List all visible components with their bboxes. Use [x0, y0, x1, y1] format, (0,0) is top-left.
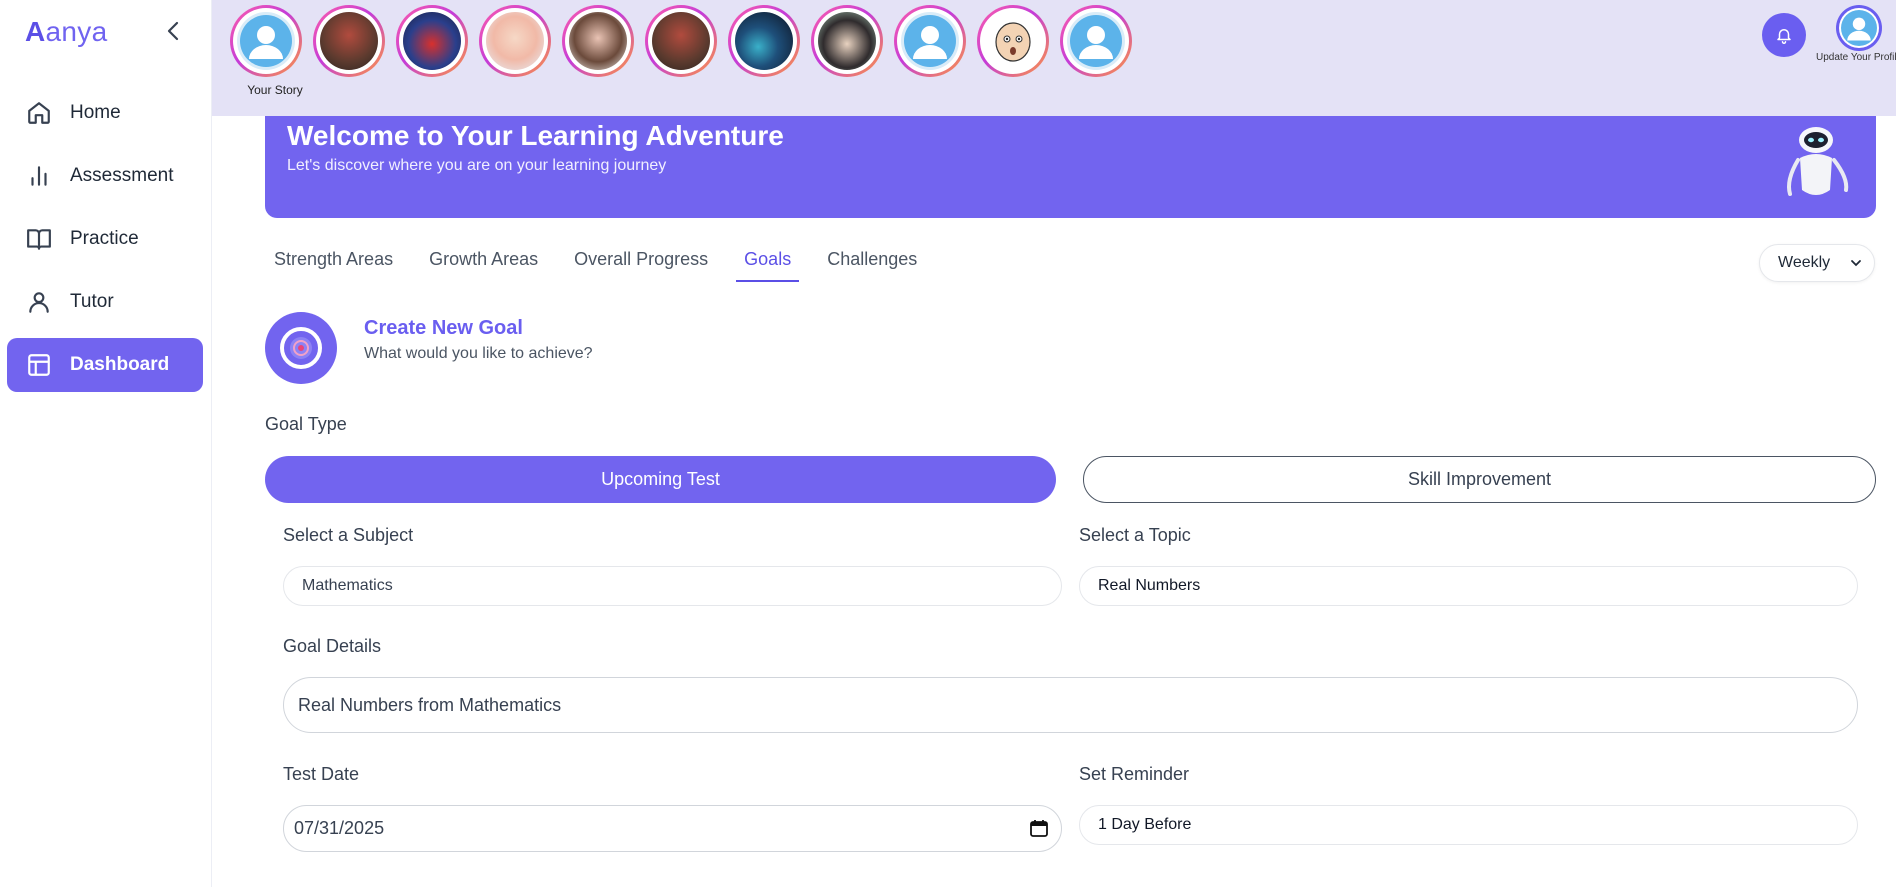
sidebar-item-label: Tutor — [70, 291, 114, 312]
cartoon-face-icon — [995, 22, 1031, 62]
chevron-left-icon — [167, 21, 179, 41]
sidebar-nav: Home Assessment Practice Tutor Dashboard — [7, 86, 203, 401]
period-select[interactable]: Weekly — [1759, 244, 1875, 282]
banner-title: Welcome to Your Learning Adventure — [287, 120, 784, 151]
create-goal-title: Create New Goal — [364, 317, 523, 339]
goal-type-upcoming-test[interactable]: Upcoming Test — [265, 456, 1056, 503]
tab-growth-areas[interactable]: Growth Areas — [429, 249, 538, 282]
home-icon — [25, 99, 53, 127]
goal-type-label: Goal Type — [265, 414, 347, 434]
sidebar-item-label: Practice — [70, 228, 139, 249]
robot-mascot-icon — [1787, 127, 1849, 196]
default-avatar-icon — [1070, 15, 1122, 67]
story-avatar[interactable] — [645, 5, 717, 77]
set-reminder-label: Set Reminder — [1079, 764, 1190, 784]
sidebar-item-label: Dashboard — [70, 354, 170, 375]
sidebar-item-label: Assessment — [70, 165, 174, 186]
goal-details-input[interactable]: Real Numbers from Mathematics — [283, 677, 1858, 733]
update-profile-link[interactable]: Update Your Profile — [1816, 52, 1896, 63]
story-avatar[interactable] — [811, 5, 883, 77]
reminder-select[interactable]: 1 Day Before — [1079, 805, 1858, 845]
test-date-label: Test Date — [283, 764, 360, 784]
default-avatar-icon — [904, 15, 956, 67]
sidebar: Aanya Home Assessment Practice Tutor Das… — [0, 0, 212, 887]
sidebar-item-tutor[interactable]: Tutor — [7, 275, 203, 329]
stories-bar: Your Story Update Your Profile — [212, 0, 1896, 116]
your-story-avatar[interactable] — [230, 5, 302, 77]
calendar-icon[interactable] — [1029, 818, 1049, 838]
period-select-value: Weekly — [1778, 254, 1831, 271]
default-avatar-icon — [1841, 10, 1877, 46]
story-avatar[interactable] — [728, 5, 800, 77]
story-avatar[interactable] — [396, 5, 468, 77]
goal-target-icon — [265, 312, 337, 384]
brand-logo: Aanya — [25, 16, 107, 48]
dashboard-tabs: Strength Areas Growth Areas Overall Prog… — [274, 249, 953, 282]
main-content: Welcome to Your Learning Adventure Let's… — [212, 116, 1896, 887]
story-avatar[interactable] — [313, 5, 385, 77]
chevron-down-icon — [1851, 260, 1861, 267]
book-open-icon — [25, 225, 53, 253]
subject-label: Select a Subject — [283, 525, 414, 545]
topic-select[interactable]: Real Numbers — [1079, 566, 1858, 606]
notifications-button[interactable] — [1762, 13, 1806, 57]
reminder-select-value: 1 Day Before — [1098, 816, 1192, 833]
story-avatar[interactable] — [977, 5, 1049, 77]
brand-initial: A — [25, 16, 46, 47]
tab-overall-progress[interactable]: Overall Progress — [574, 249, 708, 282]
sidebar-item-assessment[interactable]: Assessment — [7, 149, 203, 203]
user-icon — [25, 288, 53, 316]
subject-select-value: Mathematics — [302, 577, 393, 594]
story-avatar[interactable] — [894, 5, 966, 77]
story-avatar[interactable] — [562, 5, 634, 77]
create-goal-subtitle: What would you like to achieve? — [364, 345, 593, 362]
topic-select-value: Real Numbers — [1098, 577, 1201, 594]
goal-details-label: Goal Details — [283, 636, 382, 656]
your-story-label: Your Story — [247, 83, 303, 97]
collapse-sidebar-button[interactable] — [160, 18, 186, 44]
app-root: Aanya Home Assessment Practice Tutor Das… — [0, 0, 1896, 887]
bar-chart-icon — [25, 162, 53, 190]
tab-strength-areas[interactable]: Strength Areas — [274, 249, 393, 282]
goal-details-value: Real Numbers from Mathematics — [298, 694, 562, 715]
profile-avatar[interactable] — [1836, 5, 1882, 51]
topic-label: Select a Topic — [1079, 525, 1191, 545]
sidebar-item-dashboard[interactable]: Dashboard — [7, 338, 203, 392]
subject-select[interactable]: Mathematics — [283, 566, 1062, 606]
dashboard-panel: Welcome to Your Learning Adventure Let's… — [229, 116, 1896, 887]
story-avatar[interactable] — [1060, 5, 1132, 77]
welcome-banner: Welcome to Your Learning Adventure Let's… — [265, 116, 1876, 218]
sidebar-item-practice[interactable]: Practice — [7, 212, 203, 266]
goal-type-skill-improvement[interactable]: Skill Improvement — [1083, 456, 1876, 503]
sidebar-item-label: Home — [70, 102, 121, 123]
layout-icon — [25, 351, 53, 379]
sidebar-item-home[interactable]: Home — [7, 86, 203, 140]
banner-subtitle: Let's discover where you are on your lea… — [287, 157, 667, 174]
brand-name: anya — [45, 16, 108, 47]
bell-icon — [1777, 29, 1791, 44]
tab-challenges[interactable]: Challenges — [827, 249, 917, 282]
tab-goals[interactable]: Goals — [736, 249, 800, 282]
story-avatar[interactable] — [479, 5, 551, 77]
test-date-input[interactable]: 07/31/2025 — [283, 805, 1062, 852]
test-date-value: 07/31/2025 — [294, 818, 385, 838]
default-avatar-icon — [240, 15, 292, 67]
